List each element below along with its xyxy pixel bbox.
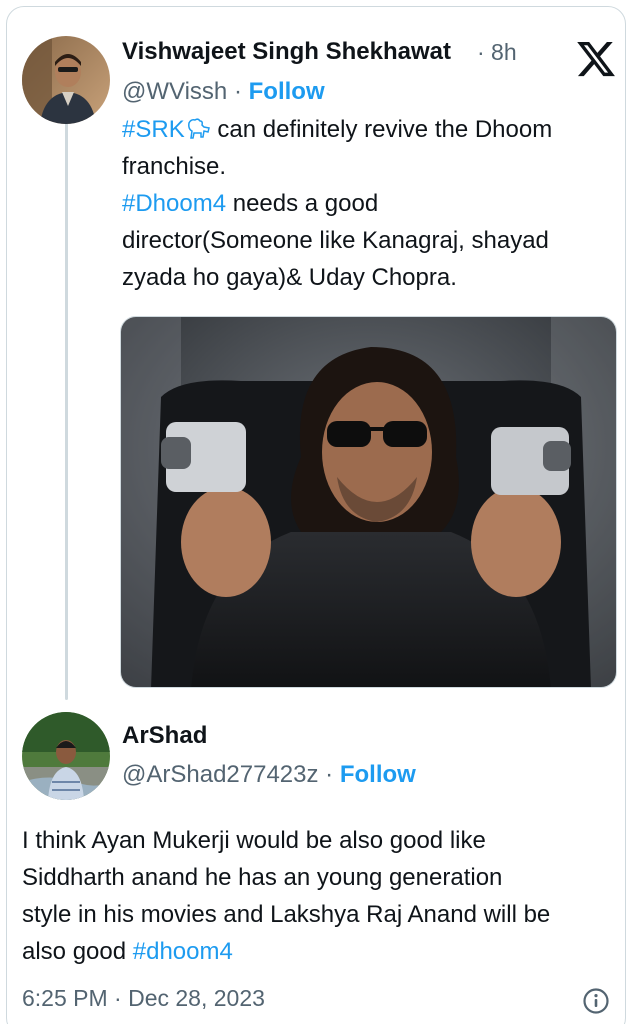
hashtag-dhoom4[interactable]: #Dhoom4 [122, 190, 226, 217]
reply-line-4: also good #dhoom4 [22, 933, 622, 970]
tweet-line-1-text: can definitely revive the Dhoom [210, 116, 553, 143]
reply-author-avatar[interactable] [22, 712, 110, 800]
hashtag-srk[interactable]: #SRK [122, 116, 185, 143]
tweet-line-3: #Dhoom4 needs a good [122, 185, 612, 222]
hashtag-dhoom4-reply[interactable]: #dhoom4 [133, 938, 233, 965]
reply-line-1: I think Ayan Mukerji would be also good … [22, 827, 486, 854]
reply-line-2: Siddharth anand he has an young generati… [22, 864, 503, 891]
lion-emoji-icon [185, 115, 211, 139]
tweet-media-image[interactable] [120, 316, 617, 688]
author-avatar[interactable] [22, 36, 110, 124]
tweet-line-5: zyada ho gaya)& Uday Chopra. [122, 264, 457, 291]
reply-author-handle[interactable]: @ArShad277423z [122, 761, 319, 788]
follow-button[interactable]: Follow [249, 78, 325, 105]
tweet-time-ago[interactable]: · 8h [477, 39, 517, 66]
author-handle[interactable]: @WVissh [122, 78, 227, 105]
tweet-line-1: #SRK can definitely revive the Dhoom [122, 111, 612, 148]
tweet-line-2: franchise. [122, 153, 227, 180]
reply-line-4-text: also good [22, 938, 133, 965]
x-logo-icon[interactable] [575, 38, 617, 80]
reply-text: I think Ayan Mukerji would be also good … [22, 822, 622, 970]
reply-line-3: style in his movies and Lakshya Raj Anan… [22, 901, 551, 928]
reply-follow-button[interactable]: Follow [340, 761, 416, 788]
separator-dot: · [233, 78, 242, 105]
tweet-line-3-text: needs a good [226, 190, 379, 217]
author-name[interactable]: Vishwajeet Singh Shekhawat [122, 38, 451, 66]
tweet-line-4: director(Someone like Kanagraj, shayad [122, 227, 549, 254]
info-icon[interactable] [582, 987, 610, 1015]
author-handle-row: @WVissh · Follow [122, 78, 325, 106]
thread-connector-line [65, 118, 68, 700]
reply-timestamp[interactable]: 6:25 PM · Dec 28, 2023 [22, 985, 265, 1012]
separator-dot: · [325, 761, 334, 788]
tweet-text: #SRK can definitely revive the Dhoom fra… [122, 111, 612, 296]
reply-author-name[interactable]: ArShad [122, 722, 207, 750]
reply-handle-row: @ArShad277423z · Follow [122, 761, 416, 789]
